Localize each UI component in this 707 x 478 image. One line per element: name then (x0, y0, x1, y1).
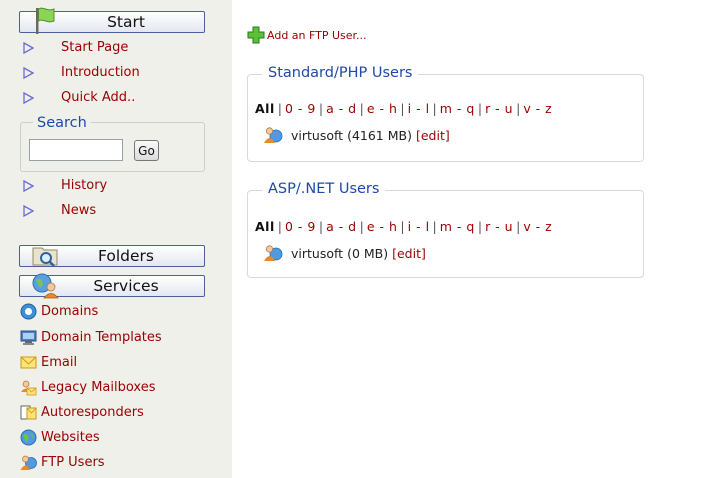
filter-separator: | (318, 101, 324, 116)
filter-bar-asp: All | 0 - 9 | a - d | e - h | i - l | m - q | … (255, 219, 552, 234)
services-globe-user-icon (32, 273, 59, 299)
add-ftp-user-link[interactable]: Add an FTP User... (247, 26, 367, 44)
sidebar-item-label: Introduction (61, 65, 140, 80)
plus-icon (247, 26, 265, 44)
service-item-legacy-mailboxes[interactable]: Legacy Mailboxes (20, 379, 155, 396)
websites-icon (20, 429, 37, 446)
user-size: (0 MB) (347, 245, 389, 261)
user-name: virtusoft (291, 127, 344, 143)
service-item-autoresponders[interactable]: Autoresponders (20, 404, 144, 421)
service-item-email[interactable]: Email (20, 354, 77, 371)
filter-v-z[interactable]: v - z (523, 101, 552, 116)
filter-bar-standard: All | 0 - 9 | a - d | e - h | i - l | m - q | … (255, 101, 552, 116)
service-item-domains[interactable]: Domains (20, 303, 98, 320)
start-section-button[interactable]: Start (19, 7, 205, 34)
flag-icon (36, 7, 55, 34)
filter-a-d[interactable]: a - d (326, 101, 357, 116)
sidebar-item-label: History (61, 178, 108, 193)
triangle-right-icon (23, 91, 34, 104)
filter-r-u[interactable]: r - u (485, 219, 513, 234)
filter-0-9[interactable]: 0 - 9 (285, 219, 316, 234)
start-label: Start (107, 13, 145, 31)
asp-net-users-title: ASP/.NET Users (262, 181, 386, 197)
ftp-users-icon (20, 455, 37, 470)
service-item-label: Domain Templates (41, 330, 162, 345)
service-item-label: Websites (41, 430, 100, 445)
filter-v-z[interactable]: v - z (523, 219, 552, 234)
service-item-websites[interactable]: Websites (20, 429, 100, 446)
filter-separator: | (277, 219, 282, 234)
sidebar-item-label: News (61, 203, 97, 218)
filter-m-q[interactable]: m - q (440, 219, 475, 234)
service-item-label: Autoresponders (41, 405, 144, 420)
edit-link[interactable]: [edit] (392, 246, 426, 261)
filter-separator: | (318, 219, 324, 234)
go-button[interactable]: Go (134, 140, 159, 161)
filter-i-l[interactable]: i - l (408, 219, 430, 234)
filter-e-h[interactable]: e - h (367, 101, 398, 116)
filter-m-q[interactable]: m - q (440, 101, 475, 116)
service-item-label: Legacy Mailboxes (41, 380, 156, 395)
folders-label: Folders (98, 247, 154, 265)
filter-a-d[interactable]: a - d (326, 219, 357, 234)
filter-separator: | (477, 101, 483, 116)
filter-separator: | (400, 219, 405, 234)
filter-r-u[interactable]: r - u (485, 101, 513, 116)
filter-separator: | (277, 101, 282, 116)
triangle-right-icon (23, 179, 34, 192)
triangle-right-icon (23, 66, 34, 79)
filter-separator: | (516, 219, 521, 234)
standard-php-users-title: Standard/PHP Users (262, 65, 419, 81)
services-section-button[interactable]: Services (19, 273, 205, 299)
service-item-domain-templates[interactable]: Domain Templates (20, 329, 162, 346)
sidebar-item-history[interactable]: History (22, 178, 107, 193)
sidebar-item-start-page[interactable]: Start Page (22, 40, 128, 55)
user-row: virtusoft (0 MB) [edit] (263, 244, 426, 262)
edit-link[interactable]: [edit] (416, 128, 450, 143)
filter-i-l[interactable]: i - l (408, 101, 430, 116)
filter-all[interactable]: All (255, 101, 275, 116)
sidebar-item-news[interactable]: News (22, 203, 96, 218)
filter-0-9[interactable]: 0 - 9 (285, 101, 316, 116)
sidebar: Start Start Page Introduction Quick Add.… (0, 0, 232, 478)
user-row: virtusoft (4161 MB) [edit] (263, 126, 450, 144)
filter-separator: | (359, 101, 364, 116)
folder-search-icon (32, 247, 58, 267)
triangle-right-icon (23, 41, 34, 54)
user-size: (4161 MB) (347, 127, 412, 143)
filter-e-h[interactable]: e - h (367, 219, 398, 234)
sidebar-item-label: Start Page (61, 40, 129, 55)
search-legend: Search (33, 115, 91, 131)
legacy-mailboxes-icon (21, 380, 37, 396)
sidebar-item-introduction[interactable]: Introduction (22, 65, 140, 80)
filter-separator: | (359, 219, 364, 234)
ftp-user-icon (264, 245, 283, 261)
service-item-label: Domains (41, 304, 99, 319)
service-item-label: Email (41, 355, 78, 370)
asp-net-users-group (247, 190, 644, 278)
sidebar-item-quick-add[interactable]: Quick Add.. (22, 90, 135, 105)
services-label: Services (93, 277, 159, 295)
autoresponders-icon (20, 405, 37, 420)
search-input[interactable] (29, 139, 123, 161)
folders-section-button[interactable]: Folders (19, 245, 205, 267)
standard-php-users-group (247, 74, 644, 162)
filter-separator: | (477, 219, 483, 234)
filter-separator: | (432, 101, 437, 116)
filter-separator: | (400, 101, 405, 116)
triangle-right-icon (23, 204, 34, 217)
filter-all[interactable]: All (255, 219, 275, 234)
service-item-label: FTP Users (41, 455, 105, 470)
filter-separator: | (432, 219, 437, 234)
add-ftp-user-label: Add an FTP User... (267, 28, 367, 42)
sidebar-item-label: Quick Add.. (61, 90, 136, 105)
domain-templates-icon (20, 330, 37, 345)
filter-separator: | (516, 101, 521, 116)
ftp-user-icon (264, 127, 283, 143)
domains-icon (20, 303, 37, 320)
email-icon (20, 356, 37, 369)
service-item-ftp-users[interactable]: FTP Users (20, 454, 105, 471)
user-name: virtusoft (291, 245, 344, 261)
